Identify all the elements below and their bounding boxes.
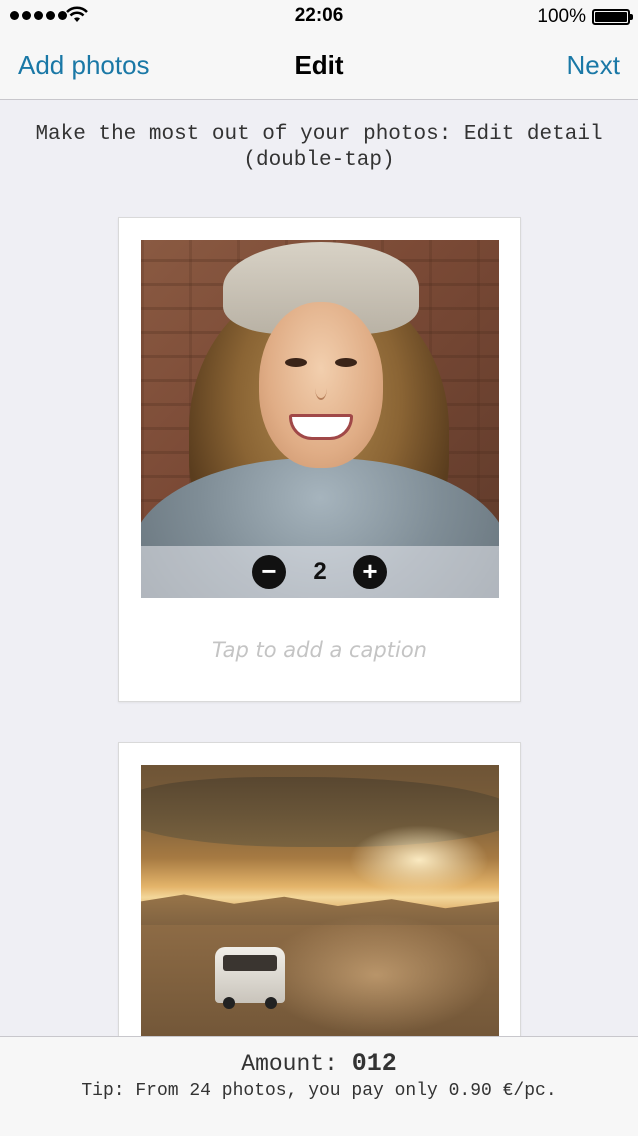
minus-icon[interactable]: − xyxy=(252,555,286,589)
battery-percent: 100% xyxy=(537,6,586,27)
next-button[interactable]: Next xyxy=(567,50,620,81)
battery-full-icon xyxy=(592,9,633,25)
amount-row: Amount: 012 xyxy=(0,1049,638,1078)
edit-instruction: Make the most out of your photos: Edit d… xyxy=(35,123,603,172)
photo-image[interactable]: − 2 + xyxy=(141,240,499,598)
status-bar: 22:06 100% xyxy=(0,0,638,34)
add-photos-button[interactable]: Add photos xyxy=(18,50,150,81)
nav-bar: Add photos Edit Next xyxy=(0,34,638,100)
caption-field[interactable]: Tap to add a caption xyxy=(119,638,520,662)
quantity-value: 2 xyxy=(313,558,327,585)
plus-icon[interactable]: + xyxy=(353,555,387,589)
amount-label: Amount: xyxy=(241,1051,338,1077)
edit-screen: 22:06 100% Add photos Edit Next Make the… xyxy=(0,0,638,1136)
quantity-stepper: − 2 + xyxy=(141,546,499,598)
amount-value: 012 xyxy=(351,1049,397,1078)
order-summary: Amount: 012 Tip: From 24 photos, you pay… xyxy=(0,1036,638,1136)
photo-card: − 2 + Tap to add a caption xyxy=(118,217,521,702)
pricing-tip: Tip: From 24 photos, you pay only 0.90 €… xyxy=(81,1081,557,1101)
